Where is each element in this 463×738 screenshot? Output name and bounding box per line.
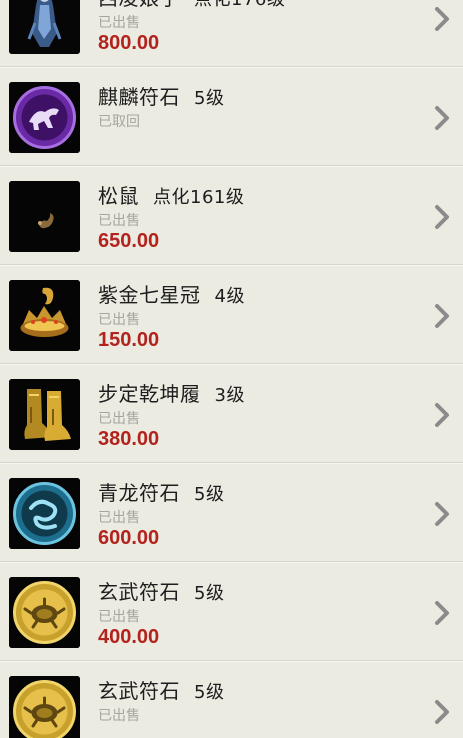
- list-item[interactable]: 松鼠 点化161级 已出售 650.00: [0, 166, 463, 265]
- boots-icon: [9, 379, 80, 450]
- chevron-right-icon: [432, 699, 452, 725]
- item-name: 玄武符石 5级: [98, 580, 225, 604]
- trade-record-list: 西凌娘子点化176级 已出售 800.00 麒麟符石5级 已取回: [0, 0, 463, 738]
- item-level: 5级: [194, 88, 225, 109]
- figure-icon: [9, 0, 80, 54]
- item-status: 已出售: [98, 312, 140, 328]
- item-price: 800.00: [98, 32, 160, 54]
- chevron-right-icon: [432, 204, 452, 230]
- item-name: 青龙符石 5级: [98, 481, 225, 505]
- list-item[interactable]: 步定乾坤履 3级 已出售 380.00: [0, 364, 463, 463]
- item-name: 步定乾坤履 3级: [98, 382, 245, 406]
- item-name: 紫金七星冠 4级: [98, 283, 245, 307]
- item-level: 5级: [194, 484, 225, 505]
- item-price: 380.00: [98, 428, 160, 450]
- list-item[interactable]: 玄武符石 5级 已出售: [0, 661, 463, 738]
- chevron-right-icon: [432, 105, 452, 131]
- list-item[interactable]: 玄武符石 5级 已出售 400.00: [0, 562, 463, 661]
- item-status: 已出售: [98, 510, 140, 526]
- item-name: 西凌娘子点化176级: [98, 0, 285, 11]
- item-status: 已出售: [98, 609, 140, 625]
- item-level: 5级: [194, 682, 225, 703]
- item-status: 已出售: [98, 15, 140, 31]
- tortoise-rune-icon: [9, 577, 80, 648]
- list-item[interactable]: 麒麟符石 5级 已取回: [0, 67, 463, 166]
- list-item[interactable]: 青龙符石 5级 已出售 600.00: [0, 463, 463, 562]
- chevron-right-icon: [432, 303, 452, 329]
- item-name: 麒麟符石 5级: [98, 85, 225, 109]
- item-level: 点化176级: [194, 0, 285, 10]
- item-level: 5级: [194, 583, 225, 604]
- tortoise-rune-icon: [9, 676, 80, 738]
- qilin-rune-icon: [9, 82, 80, 153]
- chevron-right-icon: [432, 6, 452, 32]
- list-item[interactable]: 紫金七星冠 4级 已出售 150.00: [0, 265, 463, 364]
- item-price: 150.00: [98, 329, 160, 351]
- item-price: 650.00: [98, 230, 160, 252]
- list-item[interactable]: 西凌娘子点化176级 已出售 800.00: [0, 0, 463, 67]
- item-level: 点化161级: [153, 187, 245, 208]
- item-price: 600.00: [98, 527, 160, 549]
- item-name: 松鼠 点化161级: [98, 184, 245, 208]
- item-name: 玄武符石 5级: [98, 679, 225, 703]
- item-level: 3级: [214, 385, 245, 406]
- item-status: 已出售: [98, 213, 140, 229]
- item-status: 已取回: [98, 114, 140, 130]
- chevron-right-icon: [432, 501, 452, 527]
- dragon-rune-icon: [9, 478, 80, 549]
- item-status: 已出售: [98, 708, 140, 724]
- item-status: 已出售: [98, 411, 140, 427]
- squirrel-icon: [9, 181, 80, 252]
- item-level: 4级: [214, 286, 245, 307]
- crown-icon: [9, 280, 80, 351]
- item-price: 400.00: [98, 626, 160, 648]
- chevron-right-icon: [432, 402, 452, 428]
- chevron-right-icon: [432, 600, 452, 626]
